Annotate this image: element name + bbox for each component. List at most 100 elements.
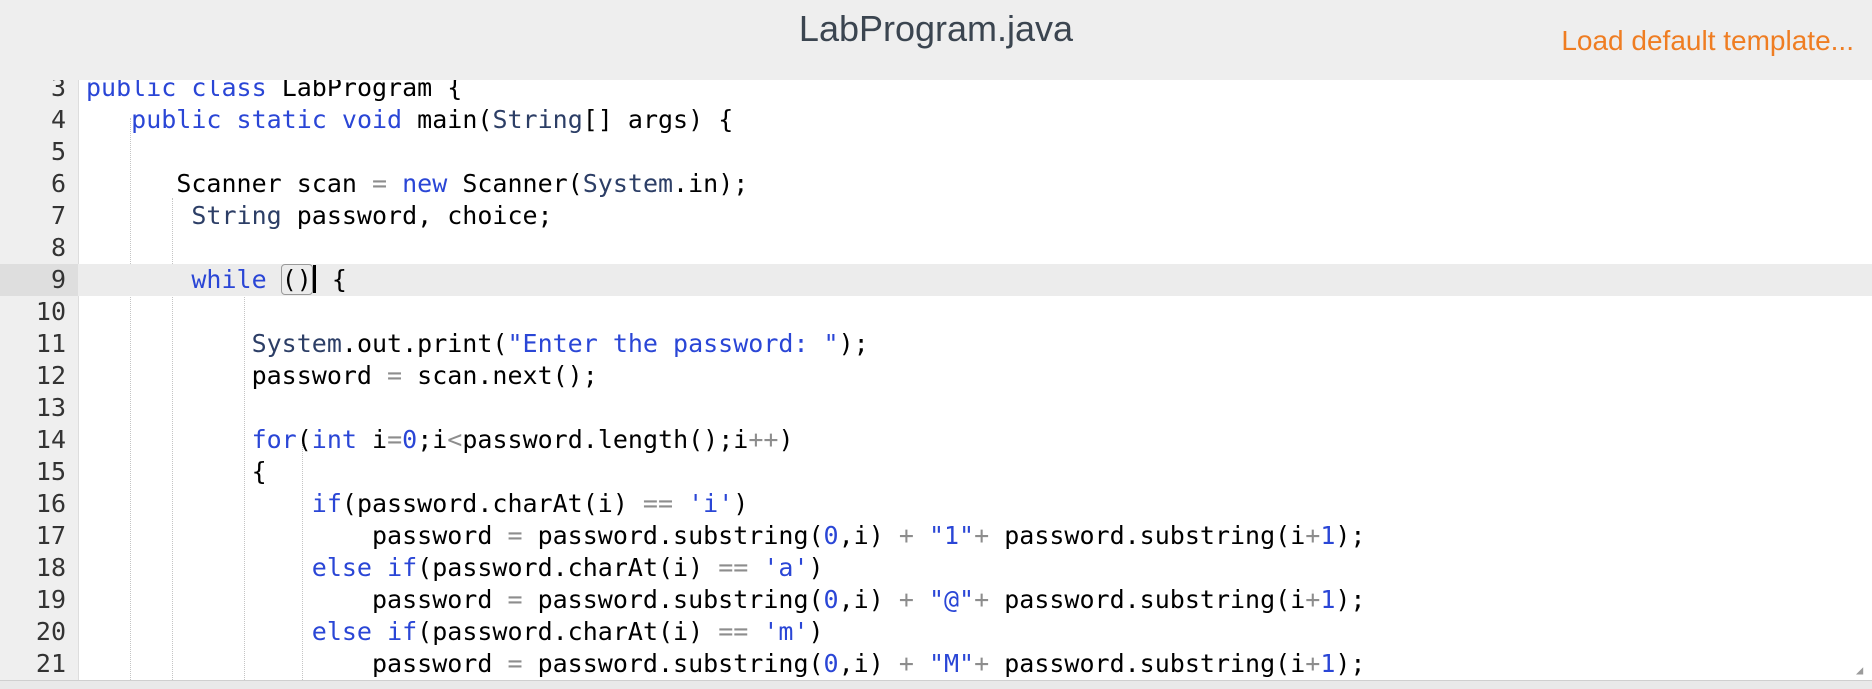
- token-text: scan.next();: [402, 361, 598, 390]
- token-text: {: [251, 457, 267, 486]
- token-keyword: public: [131, 105, 222, 134]
- token-text: [] args) {: [582, 105, 734, 134]
- code-text[interactable]: password = password.substring(0,i) + "M"…: [86, 648, 1366, 680]
- token-operator: +: [898, 585, 914, 614]
- code-line: 14 for(int i=0;i<password.length();i++): [0, 424, 1872, 456]
- token-keyword: if: [311, 489, 342, 518]
- token-keyword: int: [311, 425, 357, 454]
- token-text: Scanner(: [447, 169, 583, 198]
- token-text: main(: [402, 105, 493, 134]
- code-line: 7 String password, choice;: [0, 200, 1872, 232]
- token-string: 'i': [688, 489, 734, 518]
- token-operator: =: [507, 649, 523, 678]
- token-number: 0: [402, 425, 418, 454]
- token-string: "1": [928, 521, 975, 550]
- token-text: );: [1335, 585, 1366, 614]
- code-text[interactable]: else if(password.charAt(i) == 'a'): [86, 552, 824, 584]
- token-text: (: [281, 265, 297, 294]
- code-line: 21 password = password.substring(0,i) + …: [0, 648, 1872, 680]
- token-operator: <: [447, 425, 463, 454]
- code-text[interactable]: public class LabProgram {: [86, 80, 462, 104]
- token-operator: ++: [748, 425, 779, 454]
- line-number: 11: [35, 329, 66, 358]
- code-line: 16 if(password.charAt(i) == 'i'): [0, 488, 1872, 520]
- token-keyword: for: [251, 425, 297, 454]
- token-number: 0: [823, 521, 839, 550]
- code-line: 5: [0, 136, 1872, 168]
- code-line: 13: [0, 392, 1872, 424]
- code-line: 19 password = password.substring(0,i) + …: [0, 584, 1872, 616]
- token-text: (password.charAt(i): [417, 553, 719, 582]
- resize-handle-icon[interactable]: ◢: [1856, 664, 1868, 676]
- line-number: 9: [0, 264, 78, 296]
- token-string: "@": [928, 585, 975, 614]
- line-number: 5: [50, 137, 66, 166]
- token-type: System: [582, 169, 674, 198]
- line-number: 6: [50, 169, 66, 198]
- code-text[interactable]: Scanner scan = new Scanner(System.in);: [86, 168, 748, 200]
- token-operator: +: [1305, 585, 1321, 614]
- code-text[interactable]: password = scan.next();: [86, 360, 598, 392]
- token-operator: =: [387, 425, 403, 454]
- matched-bracket: (): [280, 264, 313, 295]
- load-default-template-link[interactable]: Load default template...: [1561, 25, 1854, 57]
- code-text[interactable]: String password, choice;: [86, 200, 552, 232]
- token-keyword: while: [191, 265, 267, 294]
- line-number: 4: [50, 105, 66, 134]
- token-operator: ==: [718, 553, 749, 582]
- line-number: 15: [35, 457, 66, 486]
- token-operator: =: [387, 361, 403, 390]
- token-text: ): [808, 617, 824, 646]
- code-line: 18 else if(password.charAt(i) == 'a'): [0, 552, 1872, 584]
- code-line-active: 9 while () {: [0, 264, 1872, 296]
- code-line: 10: [0, 296, 1872, 328]
- token-text: ): [808, 553, 824, 582]
- editor-header: LabProgram.java Load default template...: [0, 0, 1872, 81]
- token-text: ): [733, 489, 749, 518]
- token-text: );: [838, 329, 869, 358]
- token-number: 1: [1320, 585, 1336, 614]
- token-text: password.substring(i: [989, 585, 1306, 614]
- code-line: 17 password = password.substring(0,i) + …: [0, 520, 1872, 552]
- token-type: System: [251, 329, 342, 358]
- token-text: ): [778, 425, 794, 454]
- code-text[interactable]: for(int i=0;i<password.length();i++): [86, 424, 794, 456]
- token-number: 1: [1320, 649, 1336, 678]
- code-text[interactable]: while () {: [86, 264, 347, 296]
- line-number: 8: [50, 233, 66, 262]
- token-text: {: [316, 265, 347, 294]
- token-text: ;i: [417, 425, 448, 454]
- code-text[interactable]: {: [86, 456, 267, 488]
- line-number: 13: [35, 393, 66, 422]
- token-text: .in);: [673, 169, 749, 198]
- token-keyword: else: [311, 553, 372, 582]
- code-text[interactable]: password = password.substring(0,i) + "@"…: [86, 584, 1366, 616]
- token-text: .out.print(: [341, 329, 508, 358]
- token-keyword: void: [341, 105, 403, 134]
- line-number: 7: [50, 201, 66, 230]
- code-text[interactable]: else if(password.charAt(i) == 'm'): [86, 616, 824, 648]
- code-text[interactable]: public static void main(String[] args) {: [86, 104, 733, 136]
- token-text: password.substring(: [522, 585, 824, 614]
- line-number: 12: [35, 361, 66, 390]
- token-text: i: [356, 425, 388, 454]
- token-text: password: [251, 361, 388, 390]
- code-text[interactable]: if(password.charAt(i) == 'i'): [86, 488, 749, 520]
- line-number: 18: [35, 553, 66, 582]
- token-text: password.length();i: [462, 425, 749, 454]
- token-operator: =: [507, 585, 523, 614]
- token-text: password: [371, 649, 508, 678]
- token-text: );: [1335, 521, 1366, 550]
- line-number: 10: [35, 297, 66, 326]
- token-text: password.substring(i: [989, 521, 1306, 550]
- token-text: password: [371, 521, 508, 550]
- text-cursor: [312, 265, 316, 293]
- code-text[interactable]: System.out.print("Enter the password: ")…: [86, 328, 869, 360]
- token-keyword: if: [387, 553, 418, 582]
- token-number: 0: [823, 649, 839, 678]
- token-string: "Enter the password: ": [507, 329, 839, 358]
- code-text[interactable]: password = password.substring(0,i) + "1"…: [86, 520, 1366, 552]
- line-number: 3: [50, 80, 66, 102]
- line-number: 16: [35, 489, 66, 518]
- code-editor[interactable]: 3 public class LabProgram { 4 public sta…: [0, 80, 1872, 680]
